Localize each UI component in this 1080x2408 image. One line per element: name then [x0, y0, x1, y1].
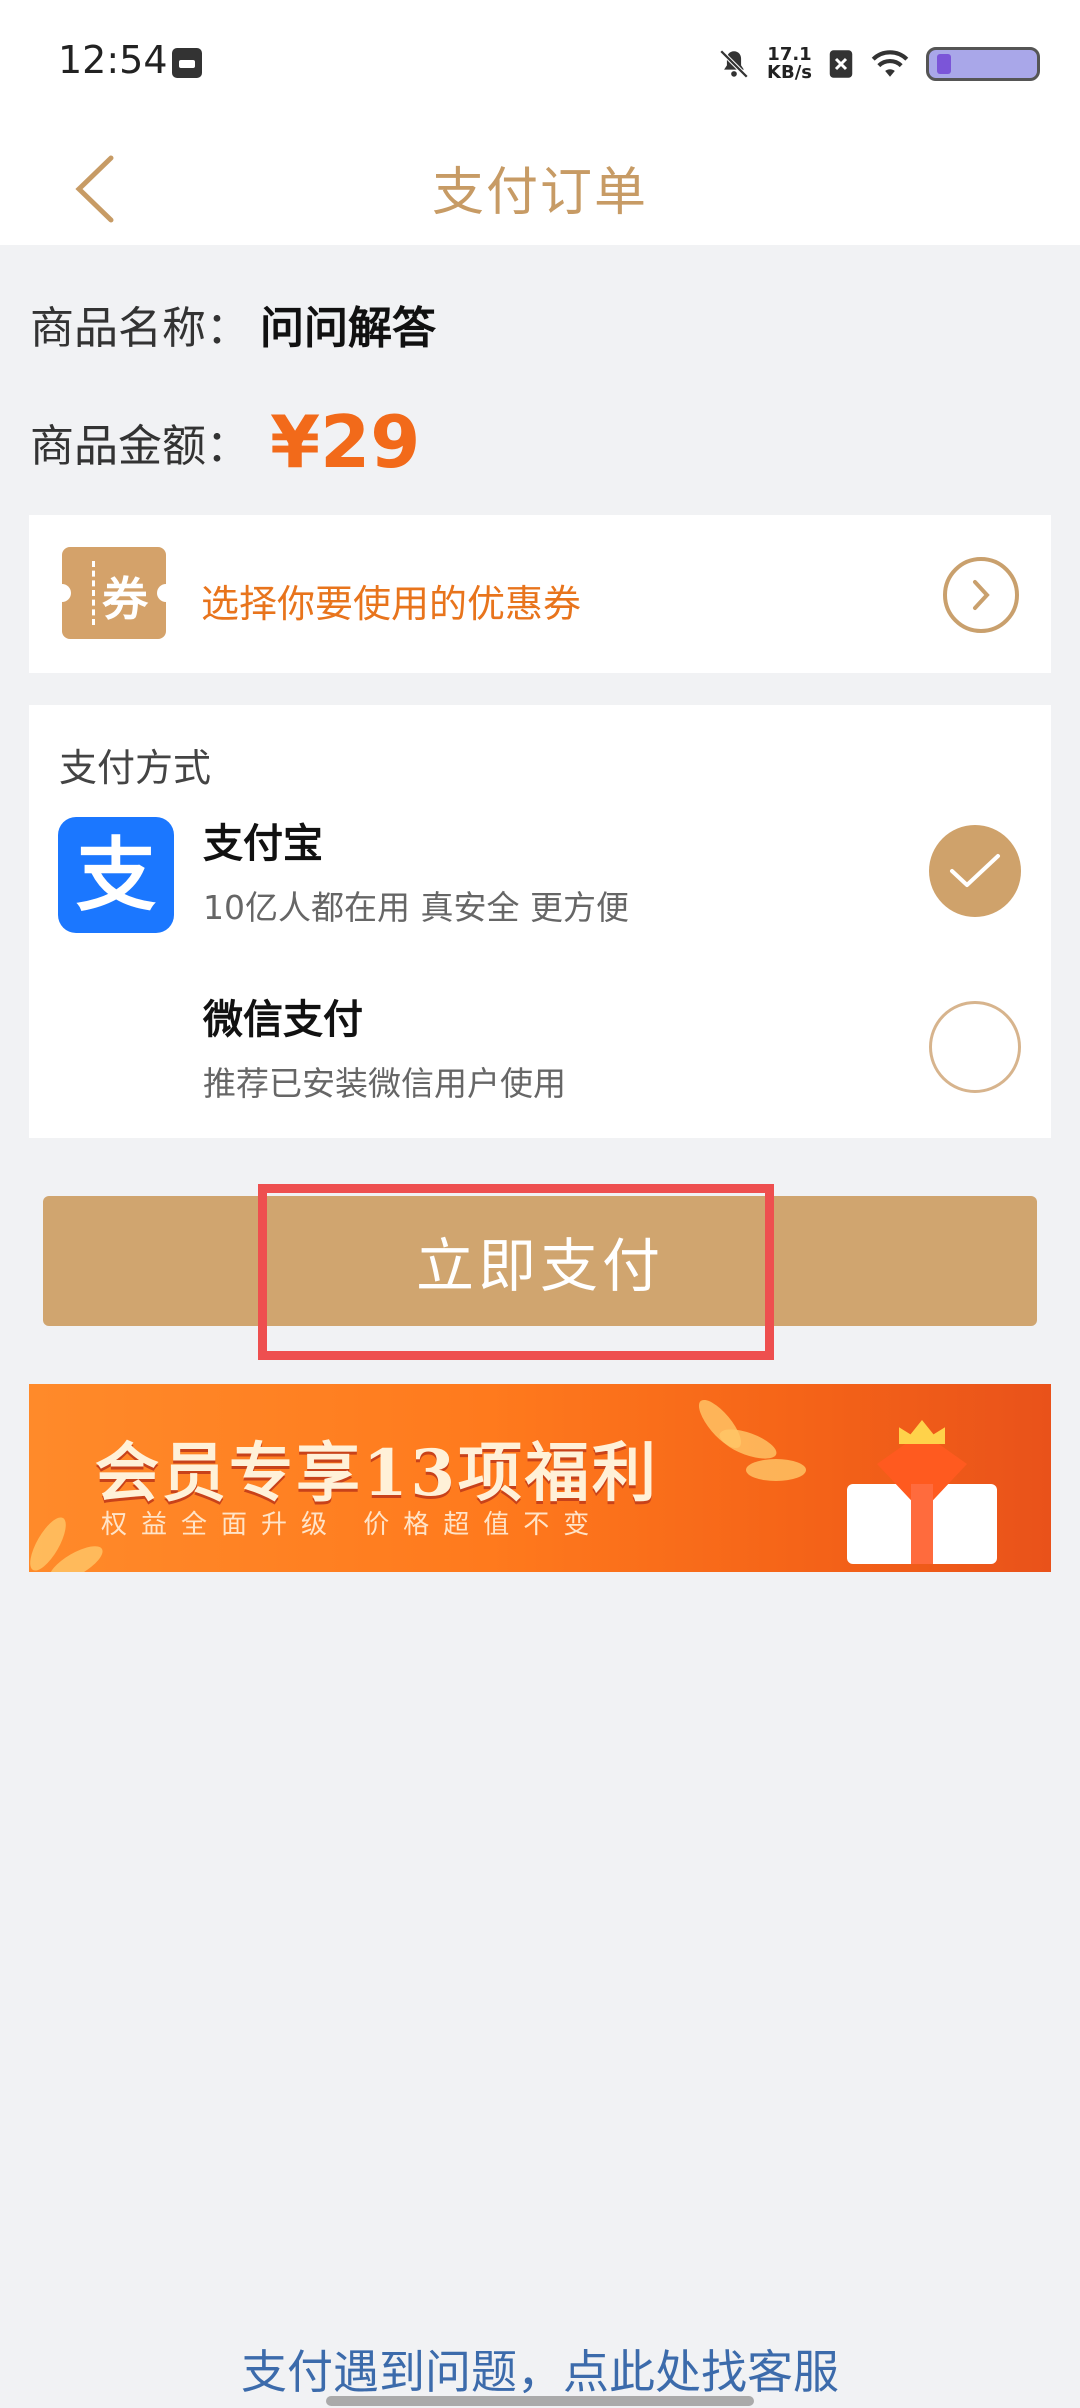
alipay-name: 支付宝 — [203, 821, 323, 867]
status-bar: 12:54 17.1 KB/s — [0, 0, 1080, 128]
product-name-value: 问问解答 — [260, 303, 436, 354]
banner-subtitle: 权益全面升级 价格超值不变 — [101, 1510, 604, 1540]
product-price-label: 商品金额： — [30, 421, 250, 472]
network-speed-unit: KB/s — [767, 62, 812, 83]
payment-option-alipay[interactable]: 支 支付宝 10亿人都在用 真安全 更方便 — [29, 805, 1051, 955]
payment-methods-title: 支付方式 — [59, 746, 212, 790]
nav-bar: 支付订单 — [0, 128, 1080, 245]
pay-now-button[interactable]: 立即支付 — [43, 1196, 1037, 1326]
wifi-icon — [870, 48, 910, 80]
payment-option-wechat[interactable]: 微信支付 推荐已安装微信用户使用 — [29, 981, 1051, 1131]
alipay-radio-checked[interactable] — [929, 825, 1021, 917]
coupon-ticket-icon: 券 — [53, 547, 175, 639]
battery-icon — [926, 47, 1040, 81]
status-icons: 17.1 KB/s — [717, 40, 1040, 88]
product-name-row: 商品名称： 问问解答 — [30, 292, 436, 356]
wechat-desc: 推荐已安装微信用户使用 — [203, 1064, 566, 1103]
mute-bell-icon — [717, 47, 751, 81]
check-icon — [950, 854, 1000, 887]
status-time: 12:54 — [58, 38, 168, 82]
page-title: 支付订单 — [431, 163, 648, 223]
product-name-label: 商品名称： — [30, 303, 250, 354]
home-indicator[interactable] — [326, 2396, 754, 2406]
product-price-row: 商品金额： ¥29 — [30, 400, 420, 484]
product-price-value: ¥29 — [270, 400, 421, 484]
svg-text:支: 支 — [76, 829, 156, 922]
coupon-icon-text: 券 — [102, 572, 148, 626]
banner-title: 会员专享13项福利 — [95, 1436, 660, 1511]
coupon-prompt: 选择你要使用的优惠券 — [201, 582, 582, 626]
alipay-desc: 10亿人都在用 真安全 更方便 — [203, 888, 629, 927]
gift-box-icon — [807, 1420, 1017, 1564]
alipay-logo-icon: 支 — [58, 817, 174, 933]
payment-methods-card: 支付方式 支 支付宝 10亿人都在用 真安全 更方便 微信支付 推荐已安装微信用… — [29, 705, 1051, 1138]
customer-service-link[interactable]: 支付遇到问题，点此处找客服 — [0, 2336, 1080, 2402]
membership-banner[interactable]: 会员专享13项福利 权益全面升级 价格超值不变 — [29, 1384, 1051, 1572]
network-speed: 17.1 KB/s — [767, 46, 812, 82]
notification-app-icon — [172, 48, 202, 78]
wechat-radio-unchecked[interactable] — [929, 1001, 1021, 1093]
wechat-name: 微信支付 — [203, 997, 363, 1043]
sim-x-icon — [828, 49, 854, 79]
chevron-right-circle-icon — [943, 557, 1019, 633]
coupon-selector[interactable]: 券 选择你要使用的优惠券 — [29, 515, 1051, 673]
